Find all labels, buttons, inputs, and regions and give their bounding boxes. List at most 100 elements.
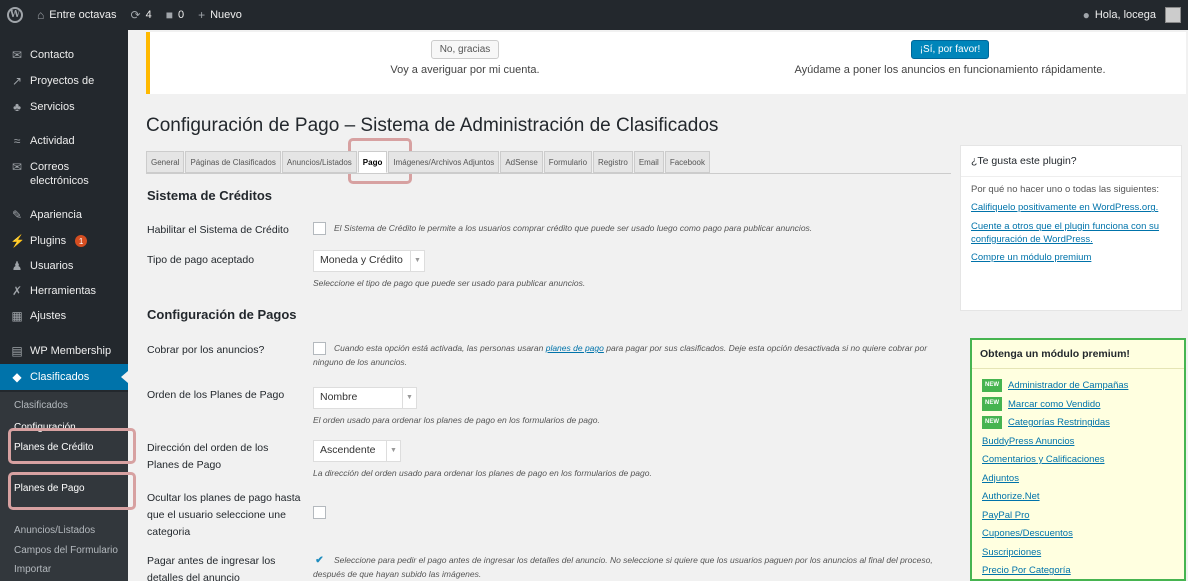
tab-paginas[interactable]: Páginas de Clasificados xyxy=(185,151,281,173)
premium-link[interactable]: Authorize.Net xyxy=(982,491,1040,502)
tab-formulario[interactable]: Formulario xyxy=(543,151,593,173)
premium-link[interactable]: Precio Por Categoría xyxy=(982,565,1071,576)
buy-premium-link[interactable]: Compre un módulo premium xyxy=(971,252,1091,263)
tab-anuncios[interactable]: Anuncios/Listados xyxy=(281,151,357,173)
tell-others-link[interactable]: Cuente a otros que el plugin funciona co… xyxy=(971,221,1159,245)
admin-sidebar: ✉ Contacto ↗ Proyectos de ♣ Servicios ≈ Acti… xyxy=(0,30,128,581)
sidebar-item-herramientas[interactable]: ✗ Herramientas xyxy=(0,284,128,298)
new-badge: NEW xyxy=(982,397,1002,411)
sidebar-item-wp-membership[interactable]: ▤ WP Membership xyxy=(0,344,128,358)
notice-accept: ¡Sí, por favor! Ayúdame a poner los anun… xyxy=(750,40,1150,76)
new-content-menu[interactable]: + Nuevo xyxy=(191,0,249,30)
rate-plugin-link[interactable]: Califiquelo positivamente en WordPress.o… xyxy=(971,202,1158,213)
tab-facebook[interactable]: Facebook xyxy=(664,151,710,173)
sidebar-item-usuarios[interactable]: ♟ Usuarios xyxy=(0,259,128,273)
people-icon: ♣ xyxy=(13,100,21,114)
greeting: Hola, locega xyxy=(1094,9,1156,21)
setup-notice: No, gracias Voy a averiguar por mi cuent… xyxy=(146,32,1186,94)
premium-link[interactable]: Suscripciones xyxy=(982,547,1041,558)
payment-type-select[interactable]: Moneda y Crédito ▼ xyxy=(313,250,425,272)
sidebar-item-proyectos[interactable]: ↗ Proyectos de xyxy=(0,74,128,88)
site-name: Entre octavas xyxy=(49,9,117,21)
enable-credit-checkbox[interactable] xyxy=(313,222,326,236)
user-circle-icon: ● xyxy=(1082,8,1090,22)
tab-pago[interactable]: Pago xyxy=(357,151,388,173)
no-thanks-button[interactable]: No, gracias xyxy=(430,40,500,59)
updates-menu[interactable]: ⟳ 4 xyxy=(124,0,159,30)
account-menu[interactable]: ● Hola, locega xyxy=(1076,0,1188,30)
premium-link[interactable]: PayPal Pro xyxy=(982,510,1030,521)
sidebar-item-apariencia[interactable]: ✎ Apariencia xyxy=(0,208,128,222)
new-label: Nuevo xyxy=(210,9,242,21)
premium-link[interactable]: BuddyPress Anuncios xyxy=(982,436,1074,447)
premium-link[interactable]: Marcar como Vendido xyxy=(1008,399,1100,410)
sidebar-item-servicios[interactable]: ♣ Servicios xyxy=(0,100,128,114)
sidebar-item-clasificados[interactable]: ◆ Clasificados xyxy=(0,364,128,390)
premium-link[interactable]: Categorías Restringidas xyxy=(1008,417,1110,428)
sidebar-item-correos[interactable]: ✉ Correos electrónicos xyxy=(0,160,128,189)
list-item: Authorize.Net xyxy=(982,488,1174,507)
payment-plans-link[interactable]: planes de pago xyxy=(546,343,604,353)
charge-ads-checkbox[interactable] xyxy=(313,342,326,356)
payments-section-title: Configuración de Pagos xyxy=(147,307,297,322)
updates-icon: ⟳ xyxy=(130,8,141,22)
list-item: Suscripciones xyxy=(982,544,1174,563)
sidebar-item-contacto[interactable]: ✉ Contacto xyxy=(0,48,128,62)
tab-imagenes[interactable]: Imágenes/Archivos Adjuntos xyxy=(388,151,500,173)
premium-link[interactable]: Cupones/Descuentos xyxy=(982,528,1073,539)
list-item: NEW Categorías Restringidas xyxy=(982,414,1174,433)
wp-logo-menu[interactable]: W xyxy=(0,0,30,30)
list-item: PayPal Pro xyxy=(982,507,1174,526)
charge-ads-field: Cuando esta opción está activada, las pe… xyxy=(313,342,928,368)
list-item: NEW Marcar como Vendido xyxy=(982,396,1174,415)
premium-title: Obtenga un módulo premium! xyxy=(972,340,1184,369)
tab-adsense[interactable]: AdSense xyxy=(500,151,543,173)
submenu-clasificados[interactable]: Clasificados xyxy=(0,400,128,411)
submenu-importar[interactable]: Importar xyxy=(0,564,128,575)
comments-menu[interactable]: ■ 0 xyxy=(159,0,191,30)
like-plugin-links: Califiquelo positivamente en WordPress.o… xyxy=(961,197,1181,273)
yes-please-button[interactable]: ¡Sí, por favor! xyxy=(910,40,990,59)
premium-link[interactable]: Administrador de Campañas xyxy=(1008,380,1128,391)
tab-registro[interactable]: Registro xyxy=(593,151,633,173)
submenu-anuncios[interactable]: Anuncios/Listados xyxy=(0,525,128,536)
charge-ads-label: Cobrar por los anuncios? xyxy=(147,344,265,356)
checkmark-icon[interactable]: ✔ xyxy=(313,554,326,567)
credits-section-title: Sistema de Créditos xyxy=(147,188,272,203)
submenu-planes-credito[interactable]: Planes de Crédito xyxy=(0,442,128,453)
premium-link[interactable]: Comentarios y Calificaciones xyxy=(982,454,1105,465)
comment-icon: ■ xyxy=(165,8,173,22)
like-plugin-title: ¿Te gusta este plugin? xyxy=(961,146,1181,177)
order-select[interactable]: Nombre ▼ xyxy=(313,387,417,409)
submenu-planes-pago[interactable]: Planes de Pago xyxy=(0,483,128,494)
direction-field: Ascendente ▼ La dirección del orden usado… xyxy=(313,440,948,480)
admin-bar: W ⌂ Entre octavas ⟳ 4 ■ 0 + Nuevo ● Hola, loc… xyxy=(0,0,1188,30)
plugins-update-badge: 1 xyxy=(75,235,88,247)
updates-count: 4 xyxy=(145,9,152,21)
notice-decline-text: Voy a averiguar por mi cuenta. xyxy=(390,64,540,76)
list-item: Cupones/Descuentos xyxy=(982,525,1174,544)
premium-link[interactable]: Adjuntos xyxy=(982,473,1019,484)
tab-email[interactable]: Email xyxy=(633,151,664,173)
sidebar-item-plugins[interactable]: ⚡ Plugins 1 xyxy=(0,234,128,248)
tab-general[interactable]: General xyxy=(146,151,185,173)
like-plugin-box: ¿Te gusta este plugin? Por qué no hacer … xyxy=(960,145,1182,311)
wrench-icon: ✗ xyxy=(11,284,23,298)
site-name-menu[interactable]: ⌂ Entre octavas xyxy=(30,0,124,30)
hide-plans-field xyxy=(313,505,948,520)
order-label: Orden de los Planes de Pago xyxy=(147,389,285,401)
sidebar-item-ajustes[interactable]: ▦ Ajustes xyxy=(0,309,128,323)
direction-desc: La dirección del orden usado para ordena… xyxy=(313,468,652,478)
settings-icon: ▦ xyxy=(11,309,23,323)
hide-plans-checkbox[interactable] xyxy=(313,506,326,520)
direction-select[interactable]: Ascendente ▼ xyxy=(313,440,401,462)
plus-icon: + xyxy=(198,8,206,22)
sidebar-item-actividad[interactable]: ≈ Actividad xyxy=(0,134,128,148)
tab-divider xyxy=(146,173,951,174)
submenu-campos[interactable]: Campos del Formulario xyxy=(0,545,128,556)
order-field: Nombre ▼ El orden usado para ordenar los … xyxy=(313,387,948,427)
payment-type-field: Moneda y Crédito ▼ Seleccione el tipo de … xyxy=(313,250,948,290)
submenu-configuracion[interactable]: Configuración xyxy=(0,422,128,433)
hide-plans-label: Ocultar los planes de pago hasta que el … xyxy=(147,492,301,538)
pay-before-label: Pagar antes de ingresar los detalles del… xyxy=(147,555,276,581)
